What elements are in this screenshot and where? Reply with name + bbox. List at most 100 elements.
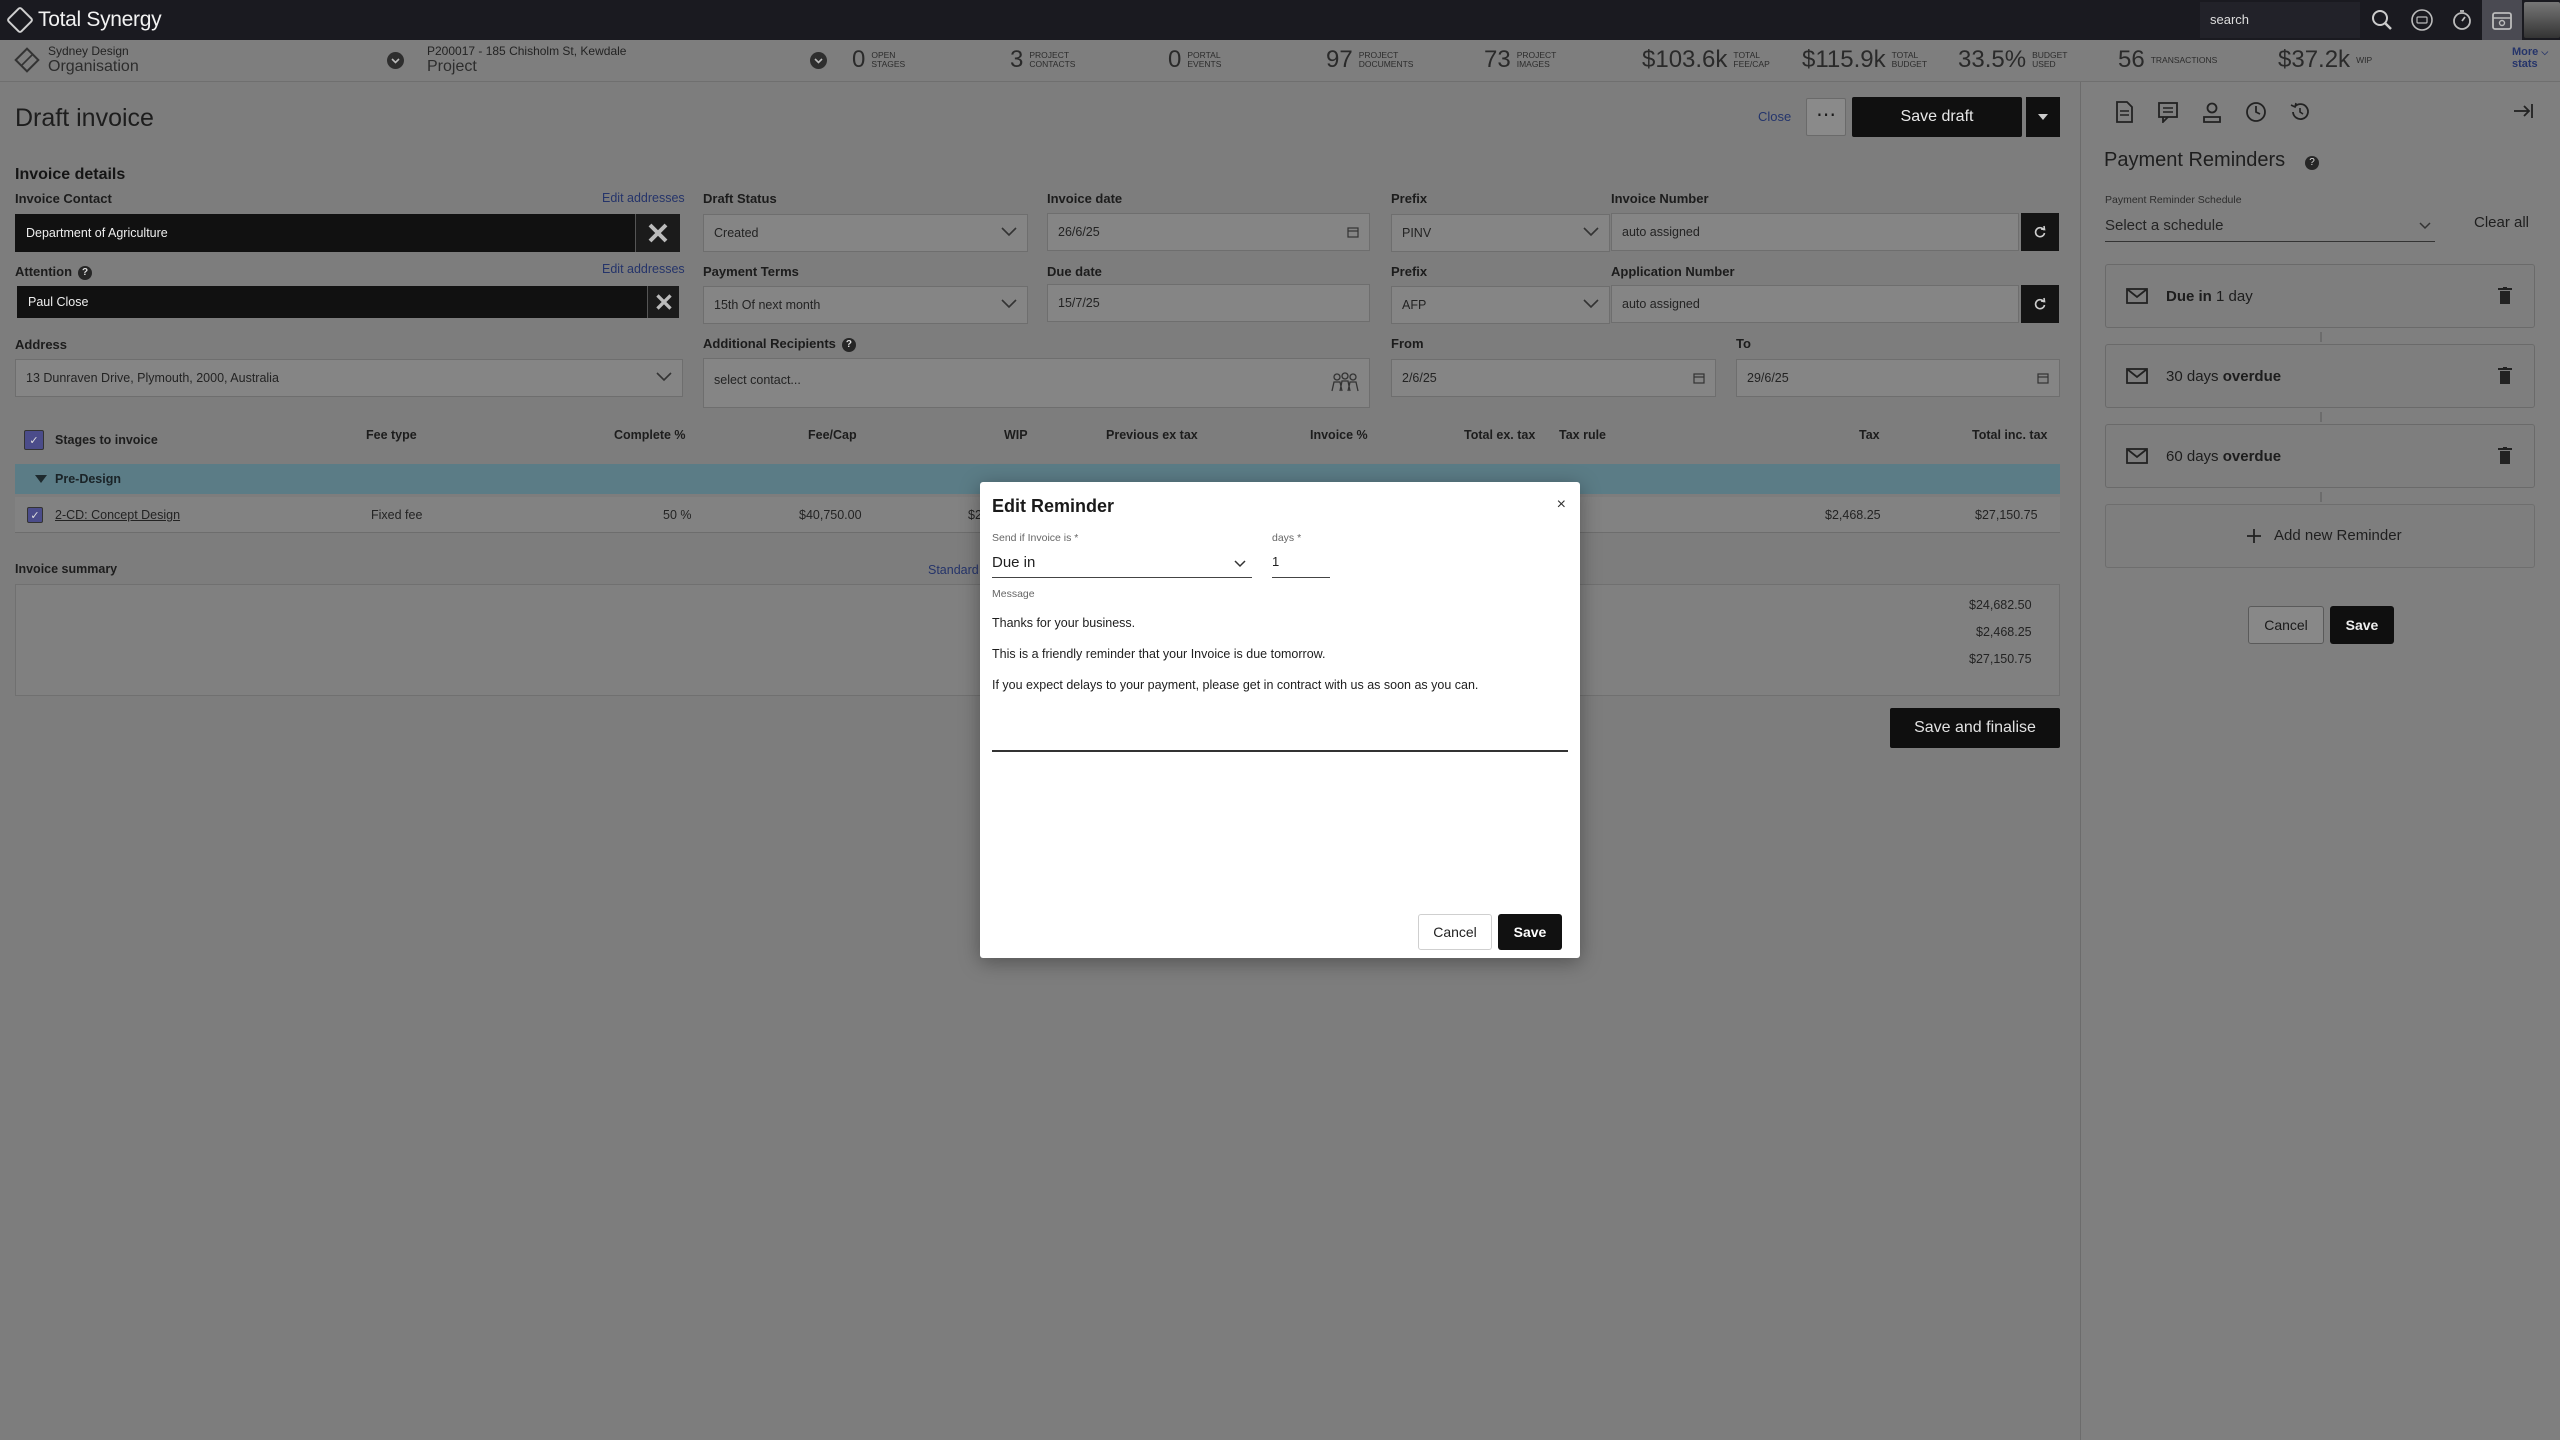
reminder-card-due-in[interactable]: Due in 1 day	[2105, 264, 2535, 328]
reminder-connector	[2320, 492, 2322, 502]
stage-link[interactable]: 2-CD: Concept Design	[55, 508, 180, 522]
user-avatar[interactable]	[2524, 2, 2560, 38]
payment-terms-value: 15th Of next month	[714, 298, 821, 312]
stat-portal-events[interactable]: 0 PORTAL EVENTS	[1168, 46, 1221, 74]
close-icon[interactable]: ×	[1557, 496, 1566, 514]
send-if-select[interactable]: Due in	[992, 548, 1252, 578]
contact-icon[interactable]	[2200, 100, 2224, 124]
dialog-save-button[interactable]: Save	[1498, 914, 1562, 950]
organisation-selector[interactable]: Sydney Design Organisation	[14, 44, 139, 76]
organisation-name: Sydney Design	[48, 44, 129, 58]
app-logo[interactable]: Total Synergy	[5, 5, 162, 35]
attention-field[interactable]: Paul Close	[17, 286, 647, 318]
timer-icon[interactable]	[2442, 0, 2482, 40]
refresh-icon	[2034, 225, 2046, 238]
panel-save-button[interactable]: Save	[2330, 606, 2394, 644]
search-icon[interactable]	[2362, 0, 2402, 40]
help-icon[interactable]: ?	[841, 337, 856, 352]
more-stats-link[interactable]: More ⌵ stats	[2512, 46, 2548, 70]
history-icon[interactable]	[2288, 100, 2312, 124]
save-draft-button[interactable]: Save draft	[1852, 97, 2022, 137]
right-panel-toolbar	[2112, 100, 2312, 124]
application-prefix-select[interactable]: AFP	[1391, 286, 1610, 324]
add-reminder-button[interactable]: Add new Reminder	[2105, 504, 2535, 568]
document-icon[interactable]	[2112, 100, 2136, 124]
project-selector[interactable]: P200017 - 185 Chisholm St, Kewdale Proje…	[427, 44, 626, 76]
days-input[interactable]: 1	[1272, 548, 1330, 578]
edit-addresses-link[interactable]: Edit addresses	[602, 191, 685, 205]
help-icon[interactable]: ?	[78, 265, 93, 280]
days-label: days *	[1272, 532, 1302, 544]
address-value: 13 Dunraven Drive, Plymouth, 2000, Austr…	[26, 371, 279, 385]
clock-icon[interactable]	[2244, 100, 2268, 124]
notes-icon[interactable]	[2156, 100, 2180, 124]
collapse-panel-icon[interactable]	[2512, 102, 2534, 125]
col-fee-type: Fee type	[366, 428, 417, 442]
chevron-down-icon[interactable]	[810, 52, 827, 69]
additional-recipients-placeholder: select contact...	[714, 373, 801, 387]
stat-total-budget[interactable]: $115.9k TOTAL BUDGET	[1802, 46, 1927, 74]
refresh-invoice-number-button[interactable]	[2021, 213, 2059, 251]
invoice-number-input[interactable]: auto assigned	[1611, 213, 2019, 251]
contacts-group-icon[interactable]	[1329, 371, 1361, 393]
schedule-label: Payment Reminder Schedule	[2105, 194, 2242, 206]
reminder-text: Due in 1 day	[2166, 288, 2253, 305]
complete-cell: 50 %	[663, 508, 692, 522]
user-initials-icon[interactable]	[2402, 0, 2442, 40]
to-date-input[interactable]: 29/6/25	[1736, 359, 2060, 397]
standard-link[interactable]: Standard	[928, 563, 979, 577]
refresh-application-number-button[interactable]	[2021, 285, 2059, 323]
clear-attention-button[interactable]	[647, 286, 679, 318]
close-link[interactable]: Close	[1758, 109, 1791, 124]
save-and-finalise-button[interactable]: Save and finalise	[1890, 708, 2060, 748]
dialog-cancel-button[interactable]: Cancel	[1418, 914, 1492, 950]
reminder-card-30-days[interactable]: 30 days overdue	[2105, 344, 2535, 408]
stat-total-fee-cap[interactable]: $103.6k TOTAL FEE/CAP	[1642, 46, 1770, 74]
prefix-label-2: Prefix	[1391, 264, 1428, 279]
stat-project-images[interactable]: 73 PROJECT IMAGES	[1484, 46, 1556, 74]
application-number-input[interactable]: auto assigned	[1611, 285, 2019, 323]
top-bar: Total Synergy search	[0, 0, 2560, 40]
message-textarea[interactable]: Thanks for your business. This is a frie…	[992, 592, 1568, 752]
payment-terms-select[interactable]: 15th Of next month	[703, 286, 1028, 324]
stat-budget-used[interactable]: 33.5% BUDGET USED	[1958, 46, 2067, 74]
additional-recipients-input[interactable]: select contact...	[703, 358, 1370, 408]
calendar-icon[interactable]	[2037, 372, 2049, 384]
trash-icon[interactable]	[2498, 447, 2512, 465]
panel-cancel-button[interactable]: Cancel	[2248, 606, 2324, 644]
stat-transactions[interactable]: 56 TRANSACTIONS	[2118, 46, 2217, 74]
stage-row-checkbox[interactable]: ✓	[27, 507, 43, 523]
due-date-input[interactable]: 15/7/25	[1047, 284, 1370, 322]
calendar-icon[interactable]	[2482, 0, 2522, 40]
reminder-card-60-days[interactable]: 60 days overdue	[2105, 424, 2535, 488]
stat-project-documents[interactable]: 97 PROJECT DOCUMENTS	[1326, 46, 1413, 74]
trash-icon[interactable]	[2498, 367, 2512, 385]
draft-status-select[interactable]: Created	[703, 214, 1028, 252]
send-if-label: Send if Invoice is *	[992, 532, 1079, 544]
more-actions-button[interactable]: ⋯	[1806, 98, 1846, 136]
clear-all-button[interactable]: Clear all	[2474, 214, 2529, 231]
caret-down-icon[interactable]	[35, 475, 47, 483]
calendar-icon[interactable]	[1693, 372, 1705, 384]
global-search-input[interactable]: search	[2200, 2, 2360, 38]
invoice-contact-field[interactable]: Department of Agriculture	[15, 214, 635, 252]
stat-project-contacts[interactable]: 3 PROJECT CONTACTS	[1010, 46, 1075, 74]
address-select[interactable]: 13 Dunraven Drive, Plymouth, 2000, Austr…	[15, 359, 683, 397]
save-draft-dropdown-button[interactable]	[2026, 97, 2060, 137]
invoice-summary-title: Invoice summary	[15, 562, 118, 576]
trash-icon[interactable]	[2498, 287, 2512, 305]
select-all-stages-checkbox[interactable]: ✓	[24, 430, 44, 450]
stat-wip[interactable]: $37.2k WIP	[2278, 46, 2372, 74]
calendar-icon[interactable]	[1347, 226, 1359, 238]
invoice-date-input[interactable]: 26/6/25	[1047, 213, 1370, 251]
chevron-down-icon[interactable]	[387, 52, 404, 69]
clear-contact-button[interactable]	[635, 214, 680, 252]
schedule-select[interactable]: Select a schedule	[2105, 212, 2435, 242]
invoice-prefix-select[interactable]: PINV	[1391, 214, 1610, 252]
application-prefix-value: AFP	[1402, 298, 1427, 312]
from-date-input[interactable]: 2/6/25	[1391, 359, 1716, 397]
help-icon[interactable]: ?	[2305, 154, 2319, 172]
edit-addresses-link-2[interactable]: Edit addresses	[602, 262, 685, 276]
col-tax-rule: Tax rule	[1559, 428, 1607, 442]
stat-open-stages[interactable]: 0 OPEN STAGES	[852, 46, 905, 74]
